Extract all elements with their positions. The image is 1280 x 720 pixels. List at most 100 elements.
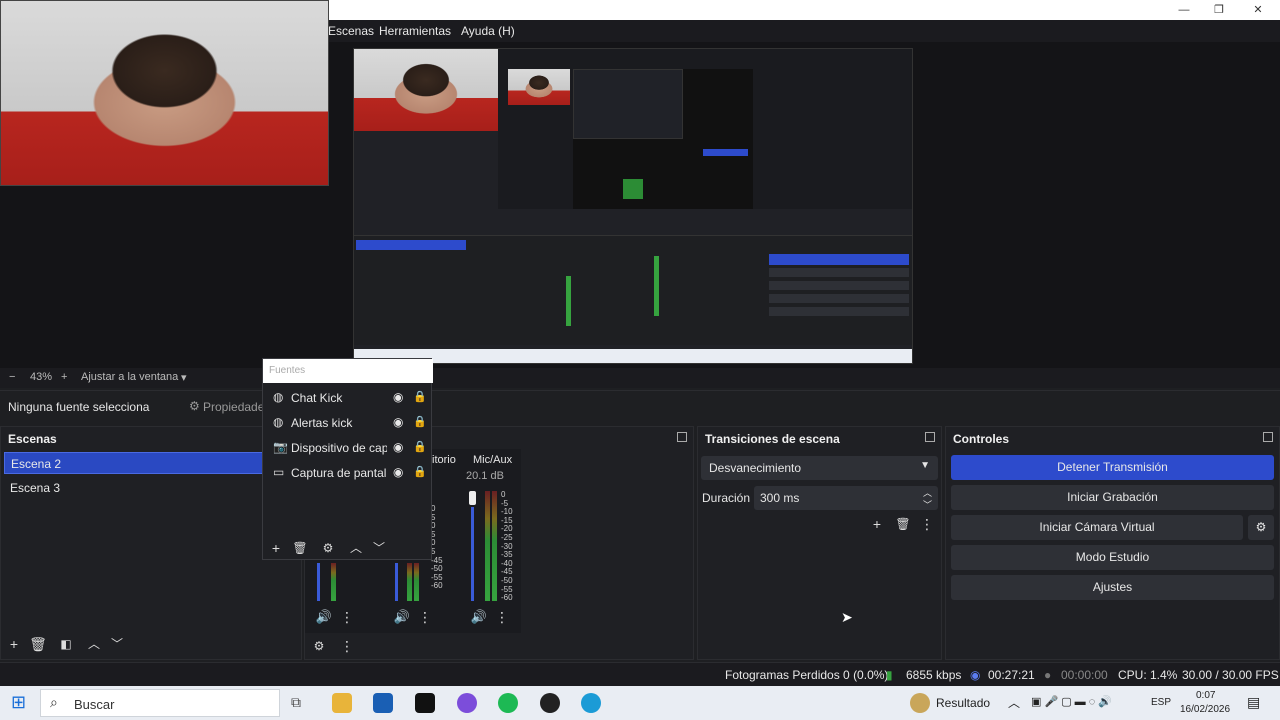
chevron-up-icon[interactable]: ︿ (1008, 694, 1020, 711)
result-label[interactable]: Resultado (936, 696, 990, 710)
cpu-usage: CPU: 1.4% (1118, 668, 1178, 682)
chevron-down-icon[interactable]: ﹀ (923, 498, 932, 511)
float-icon[interactable] (1263, 432, 1273, 442)
scenes-dock: Escenas Escena 2 Escena 3 + 🗑 ◧ ︿ ﹀ (0, 426, 302, 660)
menu-herramientas[interactable]: Herramientas (379, 24, 451, 38)
windows-start-icon[interactable]: ⊞ (11, 692, 26, 713)
menu-escenas[interactable]: Escenas (328, 24, 374, 38)
trash-icon[interactable]: 🗑 (291, 539, 309, 557)
clock-date[interactable]: 16/02/2026 (1180, 704, 1230, 715)
source-item[interactable]: ◍ Chat Kick ◉ 🔒 (269, 388, 427, 408)
speaker-icon[interactable]: 🔊 (315, 608, 333, 626)
menu-ayuda[interactable]: Ayuda (H) (461, 24, 515, 38)
stream-preview[interactable] (353, 48, 913, 364)
source-label: Chat Kick (291, 391, 343, 405)
kebab-menu-icon[interactable]: ⋮ (338, 637, 356, 655)
transition-select[interactable]: Desvanecimiento ▼ (701, 456, 938, 480)
chevron-down-icon[interactable]: ﹀ (370, 539, 388, 557)
scene-label: Escena 2 (11, 457, 62, 471)
eye-icon[interactable]: ◉ (393, 390, 403, 404)
notifications-icon[interactable]: ▤ (1247, 694, 1260, 711)
chevron-up-icon[interactable]: ︿ (85, 635, 103, 653)
trash-icon[interactable]: 🗑 (894, 515, 912, 533)
gear-icon[interactable]: ⚙ (1248, 515, 1274, 540)
source-item[interactable]: ◍ Alertas kick ◉ 🔒 (269, 413, 427, 433)
mic-volume-track[interactable] (471, 507, 474, 601)
add-icon[interactable]: + (5, 635, 23, 653)
eye-icon[interactable]: ◉ (393, 465, 403, 479)
kebab-menu-icon[interactable]: ⋮ (918, 515, 936, 533)
start-recording-button[interactable]: Iniciar Grabación (951, 485, 1274, 510)
close-icon[interactable]: ✕ (1250, 2, 1266, 18)
volume-track[interactable] (317, 563, 320, 601)
chevron-down-icon[interactable]: ▾ (181, 371, 187, 384)
mixer-settings-icon[interactable]: ⚙ (310, 637, 328, 655)
controls-title: Controles (953, 432, 1010, 446)
transitions-dock: Transiciones de escena Desvanecimiento ▼… (697, 426, 942, 660)
source-label: Dispositivo de cap (291, 441, 387, 455)
scenes-title: Escenas (8, 432, 57, 446)
taskbar-search[interactable]: ⌕ Buscar (40, 689, 280, 717)
channel-label: itorio (432, 454, 456, 466)
obs-icon[interactable] (540, 693, 560, 713)
mic-volume-slider[interactable] (469, 491, 476, 505)
properties-button[interactable]: Propiedade (203, 400, 264, 414)
chevron-down-icon[interactable]: ﹀ (108, 635, 126, 653)
clock-time[interactable]: 0:07 (1196, 690, 1215, 701)
file-explorer-icon[interactable] (332, 693, 352, 713)
tray-icons[interactable]: ▣ 🎤 ▢ ▬ ◌ 🔊 (1031, 695, 1112, 708)
maximize-icon[interactable]: ❐ (1211, 2, 1227, 18)
record-time: 00:00:00 (1061, 668, 1108, 682)
dropped-frames: Fotogramas Perdidos 0 (0.0%) (725, 668, 889, 682)
tiktok-icon[interactable] (415, 693, 435, 713)
bitrate: 6855 kbps (906, 668, 962, 682)
minimize-icon[interactable]: — (1176, 2, 1192, 18)
status-bar: Fotogramas Perdidos 0 (0.0%) ▮ 6855 kbps… (0, 662, 1280, 686)
gear-icon[interactable]: ⚙ (319, 539, 337, 557)
studio-mode-button[interactable]: Modo Estudio (951, 545, 1274, 570)
source-item[interactable]: 📷 Dispositivo de cap ◉ 🔒 (269, 438, 427, 458)
stream-time: 00:27:21 (988, 668, 1035, 682)
spotify-icon[interactable] (498, 693, 518, 713)
speaker-icon[interactable]: 🔊 (393, 608, 411, 626)
kebab-menu-icon[interactable]: ⋮ (416, 608, 434, 626)
trash-icon[interactable]: 🗑 (29, 635, 47, 653)
kebab-menu-icon[interactable]: ⋮ (493, 608, 511, 626)
language-indicator[interactable]: ESP (1151, 697, 1171, 708)
start-virtual-camera-button[interactable]: Iniciar Cámara Virtual (951, 515, 1243, 540)
nested-webcam-image (508, 69, 570, 105)
zoom-in-button[interactable]: + (61, 371, 67, 383)
fit-window-label[interactable]: Ajustar a la ventana (81, 371, 178, 383)
lock-icon[interactable]: 🔒 (413, 415, 427, 428)
lock-icon[interactable]: 🔒 (413, 390, 427, 403)
filter-icon[interactable]: ◧ (57, 635, 75, 653)
chrome-icon[interactable] (457, 693, 477, 713)
mic-meter-scale: 0 -5 -10 -15 -20 -25 -30 -35 -40 -45 -50 -55 -60 (501, 490, 513, 603)
duration-stepper[interactable]: 300 ms ︿ ﹀ (754, 486, 938, 510)
kebab-menu-icon[interactable]: ⋮ (338, 608, 356, 626)
mouse-cursor-icon: ➤ (841, 609, 853, 625)
float-icon[interactable] (677, 432, 687, 442)
lock-icon[interactable]: 🔒 (413, 465, 427, 478)
volume-track[interactable] (395, 563, 398, 601)
task-view-icon[interactable]: ⧉ (291, 694, 301, 711)
edge-icon[interactable] (581, 693, 601, 713)
chevron-up-icon[interactable]: ︿ (347, 539, 365, 557)
float-icon[interactable] (925, 432, 935, 442)
zoom-out-button[interactable]: − (9, 371, 15, 383)
stop-streaming-button[interactable]: Detener Transmisión (951, 455, 1274, 480)
lock-icon[interactable]: 🔒 (413, 440, 427, 453)
scene-item[interactable]: Escena 3 (4, 477, 264, 499)
eye-icon[interactable]: ◉ (393, 415, 403, 429)
eye-icon[interactable]: ◉ (393, 440, 403, 454)
store-icon[interactable] (373, 693, 393, 713)
scene-item[interactable]: Escena 2 (4, 452, 264, 474)
add-icon[interactable]: + (267, 539, 285, 557)
sources-dock: Fuentes ◍ Chat Kick ◉ 🔒 ◍ Alertas kick ◉… (262, 358, 433, 560)
duration-value: 300 ms (760, 491, 800, 505)
settings-button[interactable]: Ajustes (951, 575, 1274, 600)
add-icon[interactable]: + (868, 515, 886, 533)
speaker-icon[interactable]: 🔊 (470, 608, 488, 626)
source-item[interactable]: ▭ Captura de pantall ◉ 🔒 (269, 463, 427, 483)
zoom-value: 43% (30, 371, 53, 383)
